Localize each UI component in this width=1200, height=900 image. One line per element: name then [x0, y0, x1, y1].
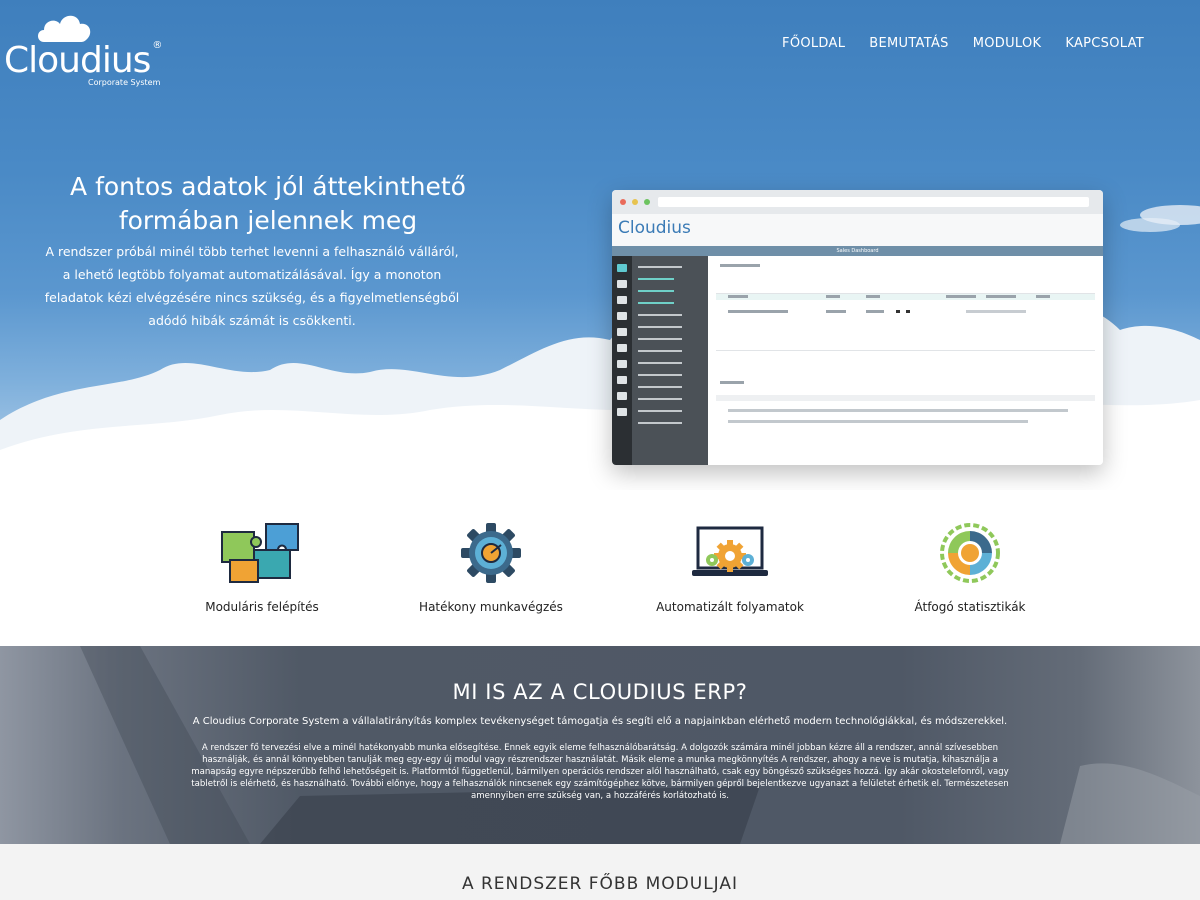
dashboard-mockup: Cloudius Sales Dashboard: [612, 190, 1103, 465]
about-section: MI IS AZ A CLOUDIUS ERP? A Cloudius Corp…: [0, 646, 1200, 844]
features-section: Moduláris felépítés Hatékony munkavégzés: [0, 490, 1200, 646]
feature-statistics: Átfogó statisztikák: [850, 520, 1090, 614]
feature-automated: Automatizált folyamatok: [610, 520, 850, 614]
hero-section: Cloudius ® Corporate System FŐOLDAL BEMUT…: [0, 0, 1200, 490]
nav-item-contact[interactable]: KAPCSOLAT: [1065, 36, 1144, 51]
about-text: A rendszer fő tervezési elve a minél hat…: [191, 743, 1009, 801]
mockup-menu: [632, 256, 708, 465]
nav-item-modules[interactable]: MODULOK: [973, 36, 1042, 51]
nav-item-home[interactable]: FŐOLDAL: [782, 36, 845, 51]
hero-text: A rendszer próbál minél több terhet leve…: [44, 244, 460, 328]
mockup-icon-sidebar: [612, 256, 632, 465]
puzzle-icon: [221, 523, 299, 583]
gear-icon: [461, 523, 521, 583]
about-lead: A Cloudius Corporate System a vállalatir…: [192, 716, 1008, 727]
browser-maximize-dot: [644, 199, 650, 205]
main-nav: FŐOLDAL BEMUTATÁS MODULOK KAPCSOLAT: [758, 36, 1144, 51]
feature-label: Hatékony munkavégzés: [419, 600, 563, 614]
hero-title: A fontos adatok jól áttekinthető formába…: [70, 172, 466, 235]
feature-label: Átfogó statisztikák: [914, 600, 1026, 614]
modules-section: A RENDSZER FŐBB MODULJAI: [0, 844, 1200, 900]
nav-item-presentation[interactable]: BEMUTATÁS: [869, 36, 948, 51]
feature-modular: Moduláris felépítés: [142, 520, 382, 614]
laptop-gear-icon: [692, 526, 768, 576]
modules-title: A RENDSZER FŐBB MODULJAI: [461, 874, 739, 894]
browser-bar: [612, 190, 1103, 214]
brand-logo[interactable]: Cloudius ® Corporate System: [4, 8, 164, 88]
donut-chart-icon: [940, 523, 1000, 583]
browser-close-dot: [620, 199, 626, 205]
browser-minimize-dot: [632, 199, 638, 205]
mockup-content: [708, 256, 1103, 465]
feature-efficient: Hatékony munkavégzés: [371, 520, 611, 614]
mockup-header: Cloudius: [612, 214, 1103, 246]
browser-address-bar: [658, 197, 1089, 207]
mockup-logo: Cloudius: [618, 218, 691, 238]
feature-label: Moduláris felépítés: [205, 600, 319, 614]
feature-label: Automatizált folyamatok: [656, 600, 804, 614]
about-title: MI IS AZ A CLOUDIUS ERP?: [452, 680, 748, 704]
brand-tagline: Corporate System: [88, 78, 161, 87]
brand-name: Cloudius ®: [4, 40, 162, 81]
mockup-title-bar: Sales Dashboard: [612, 246, 1103, 256]
